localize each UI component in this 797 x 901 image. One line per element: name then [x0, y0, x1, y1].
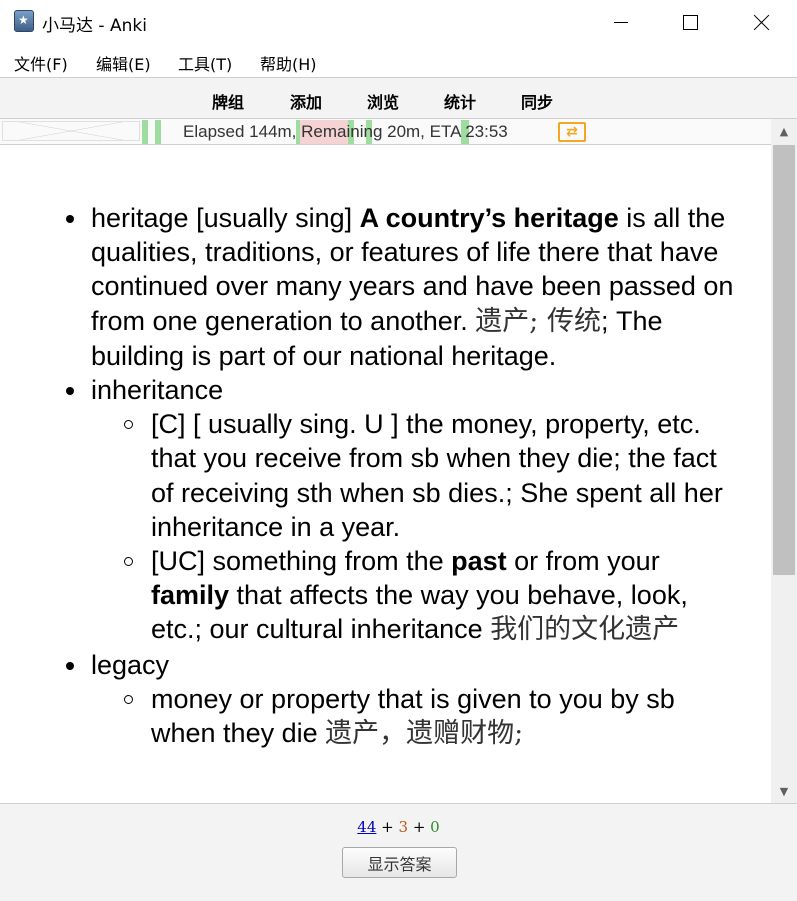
progress-sync-icon[interactable]: ⇄ [558, 122, 586, 142]
minimize-icon [614, 22, 628, 23]
item-text: heritage [usually sing] [91, 203, 360, 233]
progress-segment [142, 120, 148, 144]
scroll-down-icon[interactable]: ▼ [771, 779, 797, 803]
close-button[interactable] [738, 0, 784, 45]
sub-item-bold: past [451, 546, 507, 577]
sub-list: [C] [ usually sing. U ] the money, prope… [121, 407, 742, 647]
scrollbar-thumb[interactable] [773, 145, 795, 575]
plus-separator: + [408, 818, 431, 836]
item-cjk: 遗产; 传统 [475, 305, 601, 337]
menu-bar: 文件(F) 编辑(E) 工具(T) 帮助(H) [0, 45, 797, 77]
progress-hatch [2, 121, 140, 141]
sub-list: money or property that is given to you b… [121, 682, 742, 751]
definition-list: heritage [usually sing] A country’s heri… [62, 201, 742, 751]
item-text: legacy [91, 649, 170, 680]
anki-app-icon [14, 10, 34, 32]
card-content: heritage [usually sing] A country’s heri… [62, 201, 742, 751]
review-progress-bar: Elapsed 144m, Remaining 20m, ETA 23:53 ⇄ [0, 119, 771, 145]
toolbar-add-link[interactable]: 添加 [290, 89, 322, 113]
card-view: heritage [usually sing] A country’s heri… [0, 145, 771, 803]
toolbar-sync-link[interactable]: 同步 [521, 89, 553, 113]
sub-item: [C] [ usually sing. U ] the money, prope… [121, 407, 742, 544]
vertical-scrollbar[interactable]: ▲ ▼ [771, 119, 797, 803]
maximize-button[interactable] [667, 0, 713, 45]
review-count: 0 [430, 818, 440, 836]
title-bar: 小马达 - Anki [0, 0, 797, 45]
toolbar-stats-link[interactable]: 统计 [444, 89, 476, 113]
menu-file[interactable]: 文件(F) [14, 51, 68, 75]
item-bold: A country’s heritage [359, 203, 619, 233]
sub-item: [UC] something from the past or from you… [121, 544, 742, 648]
item-text: inheritance [91, 375, 224, 406]
close-icon [753, 14, 770, 31]
sub-item-text: or from your [506, 546, 660, 577]
sub-item-text: [C] [ usually sing. U ] the money, prope… [151, 409, 723, 542]
menu-help[interactable]: 帮助(H) [260, 51, 317, 75]
main-toolbar: 牌组 添加 浏览 统计 同步 [0, 77, 797, 119]
plus-separator: + [376, 818, 399, 836]
window-title: 小马达 - Anki [42, 16, 147, 36]
sub-item-bold: family [151, 580, 230, 611]
progress-time-text: Elapsed 144m, Remaining 20m, ETA 23:53 [183, 122, 508, 141]
new-count[interactable]: 44 [357, 818, 376, 836]
list-item-heritage: heritage [usually sing] A country’s heri… [62, 201, 742, 373]
toolbar-decks-link[interactable]: 牌组 [212, 89, 244, 113]
toolbar-browse-link[interactable]: 浏览 [367, 89, 399, 113]
show-answer-button[interactable]: 显示答案 [342, 847, 457, 878]
scroll-up-icon[interactable]: ▲ [771, 119, 797, 143]
sub-item-text: [UC] something from the [151, 546, 452, 577]
answer-panel: 44 + 3 + 0 显示答案 [0, 803, 797, 901]
menu-tools[interactable]: 工具(T) [178, 51, 232, 75]
menu-edit[interactable]: 编辑(E) [96, 51, 151, 75]
sub-item-cjk: 遗产，遗赠财物; [325, 718, 524, 750]
sub-item-cjk: 我们的文化遗产 [490, 614, 680, 646]
maximize-icon [682, 15, 698, 30]
learn-count: 3 [398, 818, 409, 836]
due-counts: 44 + 3 + 0 [0, 818, 797, 836]
list-item-legacy: legacy money or property that is given t… [62, 648, 742, 752]
sub-item: money or property that is given to you b… [121, 682, 742, 751]
list-item-inheritance: inheritance [C] [ usually sing. U ] the … [62, 373, 742, 648]
minimize-button[interactable] [598, 0, 644, 45]
progress-segment [155, 120, 161, 144]
